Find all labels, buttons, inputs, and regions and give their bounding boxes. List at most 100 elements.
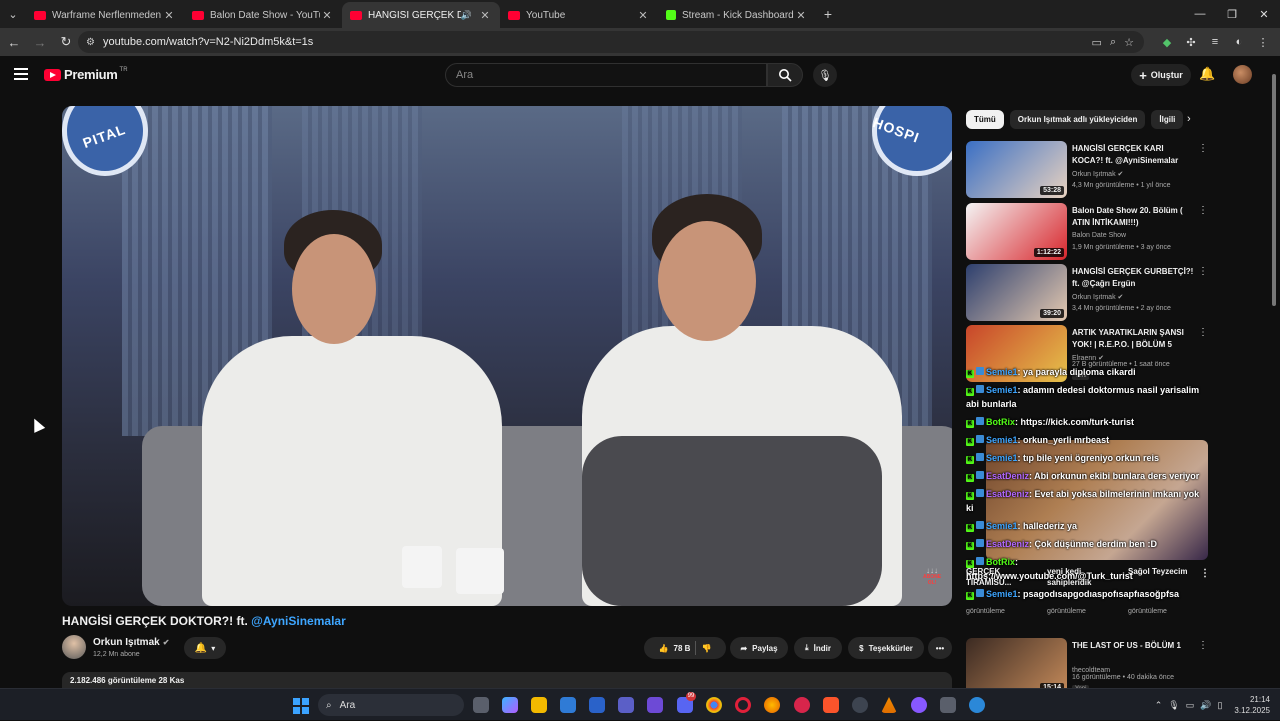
twitch-icon[interactable] <box>911 697 927 713</box>
video-player[interactable]: PITAL HOSPI ↓↓↓ ABONE OL! <box>62 106 952 606</box>
youtube-premium-logo[interactable]: Premium TR <box>44 67 128 82</box>
tab-close-icon[interactable]: ✕ <box>478 9 492 22</box>
thanks-button[interactable]: $ Teşekkürler <box>848 637 924 659</box>
recommended-video[interactable]: 39:20 HANGİSİ GERÇEK GURBETÇİ?! ft. @Çağr… <box>966 264 1208 322</box>
bookmark-star-icon[interactable]: ☆ <box>1124 36 1134 49</box>
recommended-title[interactable]: HANGİSİ GERÇEK KARI KOCA?! ft. @AyniSine… <box>1072 143 1196 167</box>
user-avatar[interactable] <box>1233 65 1252 84</box>
vivaldi-icon[interactable] <box>794 697 810 713</box>
site-info-icon[interactable]: ⚙ <box>86 37 95 48</box>
reload-icon[interactable]: ↻ <box>54 30 78 54</box>
minimize-icon[interactable]: — <box>1184 0 1216 28</box>
share-button[interactable]: ➦ Paylaş <box>730 637 788 659</box>
recommended-title[interactable]: Balon Date Show 20. Bölüm ( ATIN İNTİKAM… <box>1072 205 1196 229</box>
scrollbar-thumb[interactable] <box>1272 74 1276 306</box>
forward-icon[interactable]: → <box>28 30 52 54</box>
media-control-icon[interactable]: ≡ <box>1206 36 1224 48</box>
more-vert-icon[interactable]: ⋮ <box>1198 327 1208 338</box>
tab-close-icon[interactable]: ✕ <box>320 9 334 22</box>
chrome-icon[interactable] <box>706 697 722 713</box>
video-title-mention[interactable]: @AyniSinemalar <box>251 614 346 628</box>
short-item[interactable]: GERÇEK TİRAMİSU... görüntüleme ⋮ <box>966 566 1210 615</box>
restore-icon[interactable]: ❐ <box>1216 0 1248 28</box>
battery-icon[interactable]: ▯ <box>1217 700 1222 711</box>
recommended-video[interactable]: 53:28 HANGİSİ GERÇEK KARI KOCA?! ft. @Ayn… <box>966 141 1208 199</box>
network-icon[interactable]: ▭ <box>1186 700 1195 711</box>
copilot-icon[interactable] <box>502 697 518 713</box>
tab-search-chevron-icon[interactable]: ⌄ <box>0 3 26 25</box>
like-button[interactable]: 👍 78 B <box>659 644 691 653</box>
recommended-channel[interactable]: Orkun Işıtmak ✔ <box>1072 293 1123 301</box>
shield-extension-icon[interactable]: ◆ <box>1158 36 1176 49</box>
video-thumbnail[interactable]: 15:14 <box>966 638 1067 695</box>
mic-icon[interactable]: 🎙 <box>1168 700 1179 711</box>
start-windows-icon[interactable] <box>293 698 309 714</box>
short-item[interactable]: yeni kedi sahipleridik görüntüleme <box>1047 566 1125 615</box>
channel-name[interactable]: Orkun Işıtmak ✔ <box>93 637 169 648</box>
profile-icon[interactable]: ◐ <box>1230 36 1248 48</box>
video-thumbnail[interactable]: 1:12:22 <box>966 203 1067 260</box>
zoom-icon[interactable]: ⌕ <box>1110 36 1116 49</box>
dislike-button[interactable]: 👎 <box>701 644 711 653</box>
puzzle-extension-icon[interactable]: ✣ <box>1182 36 1200 49</box>
settings-icon[interactable] <box>969 697 985 713</box>
recommended-channel[interactable]: Balon Date Show <box>1072 232 1126 239</box>
teams-icon[interactable] <box>618 697 634 713</box>
volume-icon[interactable]: 🔊 <box>1200 700 1211 711</box>
menu-hamburger-icon[interactable] <box>14 68 28 80</box>
more-vert-icon[interactable]: ⋮ <box>1198 640 1208 651</box>
browser-tab[interactable]: Warframe Nerflenmeden Ö ✕ <box>26 2 184 28</box>
new-tab-button[interactable]: + <box>816 6 840 22</box>
app-icon[interactable] <box>647 697 663 713</box>
notifications-bell-icon[interactable]: 🔔 <box>1199 66 1215 82</box>
file-explorer-icon[interactable] <box>531 697 547 713</box>
brave-icon[interactable] <box>823 697 839 713</box>
recommended-video[interactable]: 1:12:22 Balon Date Show 20. Bölüm ( ATIN … <box>966 203 1208 261</box>
subscription-bell-button[interactable]: 🔔 ▾ <box>184 637 226 659</box>
clock[interactable]: 21:14 3.12.2025 <box>1234 694 1270 716</box>
voice-search-mic-icon[interactable]: 🎙 <box>813 63 837 87</box>
tab-close-icon[interactable]: ✕ <box>794 9 808 22</box>
browser-tab[interactable]: Balon Date Show - YouTube✕ <box>184 2 342 28</box>
tab-audio-icon[interactable]: 🔊 <box>461 10 472 21</box>
browser-tab[interactable]: Stream - Kick Dashboard ✕ <box>658 2 816 28</box>
tab-close-icon[interactable]: ✕ <box>636 9 650 22</box>
more-actions-button[interactable]: ••• <box>928 637 952 659</box>
filter-chip[interactable]: Orkun Işıtmak adlı yükleyiciden <box>1009 110 1146 129</box>
tray-chevron-icon[interactable]: ⌃ <box>1155 700 1163 711</box>
notepad-icon[interactable] <box>940 697 956 713</box>
page-scrollbar[interactable] <box>1270 60 1278 688</box>
firefox-icon[interactable] <box>764 697 780 713</box>
browser-tab[interactable]: YouTube ✕ <box>500 2 658 28</box>
subscribe-watermark[interactable]: ↓↓↓ ABONE OL! <box>920 567 944 587</box>
outlook-icon[interactable] <box>560 697 576 713</box>
filter-chip[interactable]: Tümü <box>966 110 1004 129</box>
video-thumbnail[interactable]: 53:28 <box>966 141 1067 198</box>
store-icon[interactable] <box>589 697 605 713</box>
more-vert-icon[interactable]: ⋮ <box>1198 266 1208 277</box>
search-input[interactable]: Ara <box>445 63 767 87</box>
recommended-channel[interactable]: thecoldteam <box>1072 667 1110 674</box>
filter-chip[interactable]: İlgili <box>1151 110 1184 129</box>
recommended-title[interactable]: ARTIK YARATIKLARIN ŞANSI YOK! | R.E.P.O.… <box>1072 327 1196 351</box>
tab-close-icon[interactable]: ✕ <box>162 9 176 22</box>
taskbar-search[interactable]: ⌕ Ara <box>318 694 464 716</box>
more-vert-icon[interactable]: ⋮ <box>1198 143 1208 154</box>
opera-icon[interactable] <box>735 697 751 713</box>
recommended-channel[interactable]: Orkun Işıtmak ✔ <box>1072 170 1123 178</box>
search-button[interactable] <box>767 63 803 87</box>
close-window-icon[interactable]: ✕ <box>1248 0 1280 28</box>
channel-avatar[interactable] <box>62 635 86 659</box>
task-view-icon[interactable] <box>473 697 489 713</box>
video-thumbnail[interactable]: 39:20 <box>966 264 1067 321</box>
download-button[interactable]: ⤓ İndir <box>794 637 842 659</box>
chevron-right-icon[interactable]: › <box>1187 113 1191 125</box>
browser-tab[interactable]: HANGİSİ GERÇEK DOKTOR🔊 ✕ <box>342 2 500 28</box>
create-button[interactable]: + Oluştur <box>1131 64 1191 86</box>
recommended-title[interactable]: HANGİSİ GERÇEK GURBETÇİ?! ft. @Çağrı Erg… <box>1072 266 1196 290</box>
omnibox[interactable]: ⚙ youtube.com/watch?v=N2-Ni2Ddm5k&t=1s ▭… <box>78 31 1144 53</box>
steam-icon[interactable] <box>852 697 868 713</box>
vlc-icon[interactable] <box>881 697 897 713</box>
back-icon[interactable]: ← <box>2 30 26 54</box>
more-vert-icon[interactable]: ⋮ <box>1198 205 1208 216</box>
